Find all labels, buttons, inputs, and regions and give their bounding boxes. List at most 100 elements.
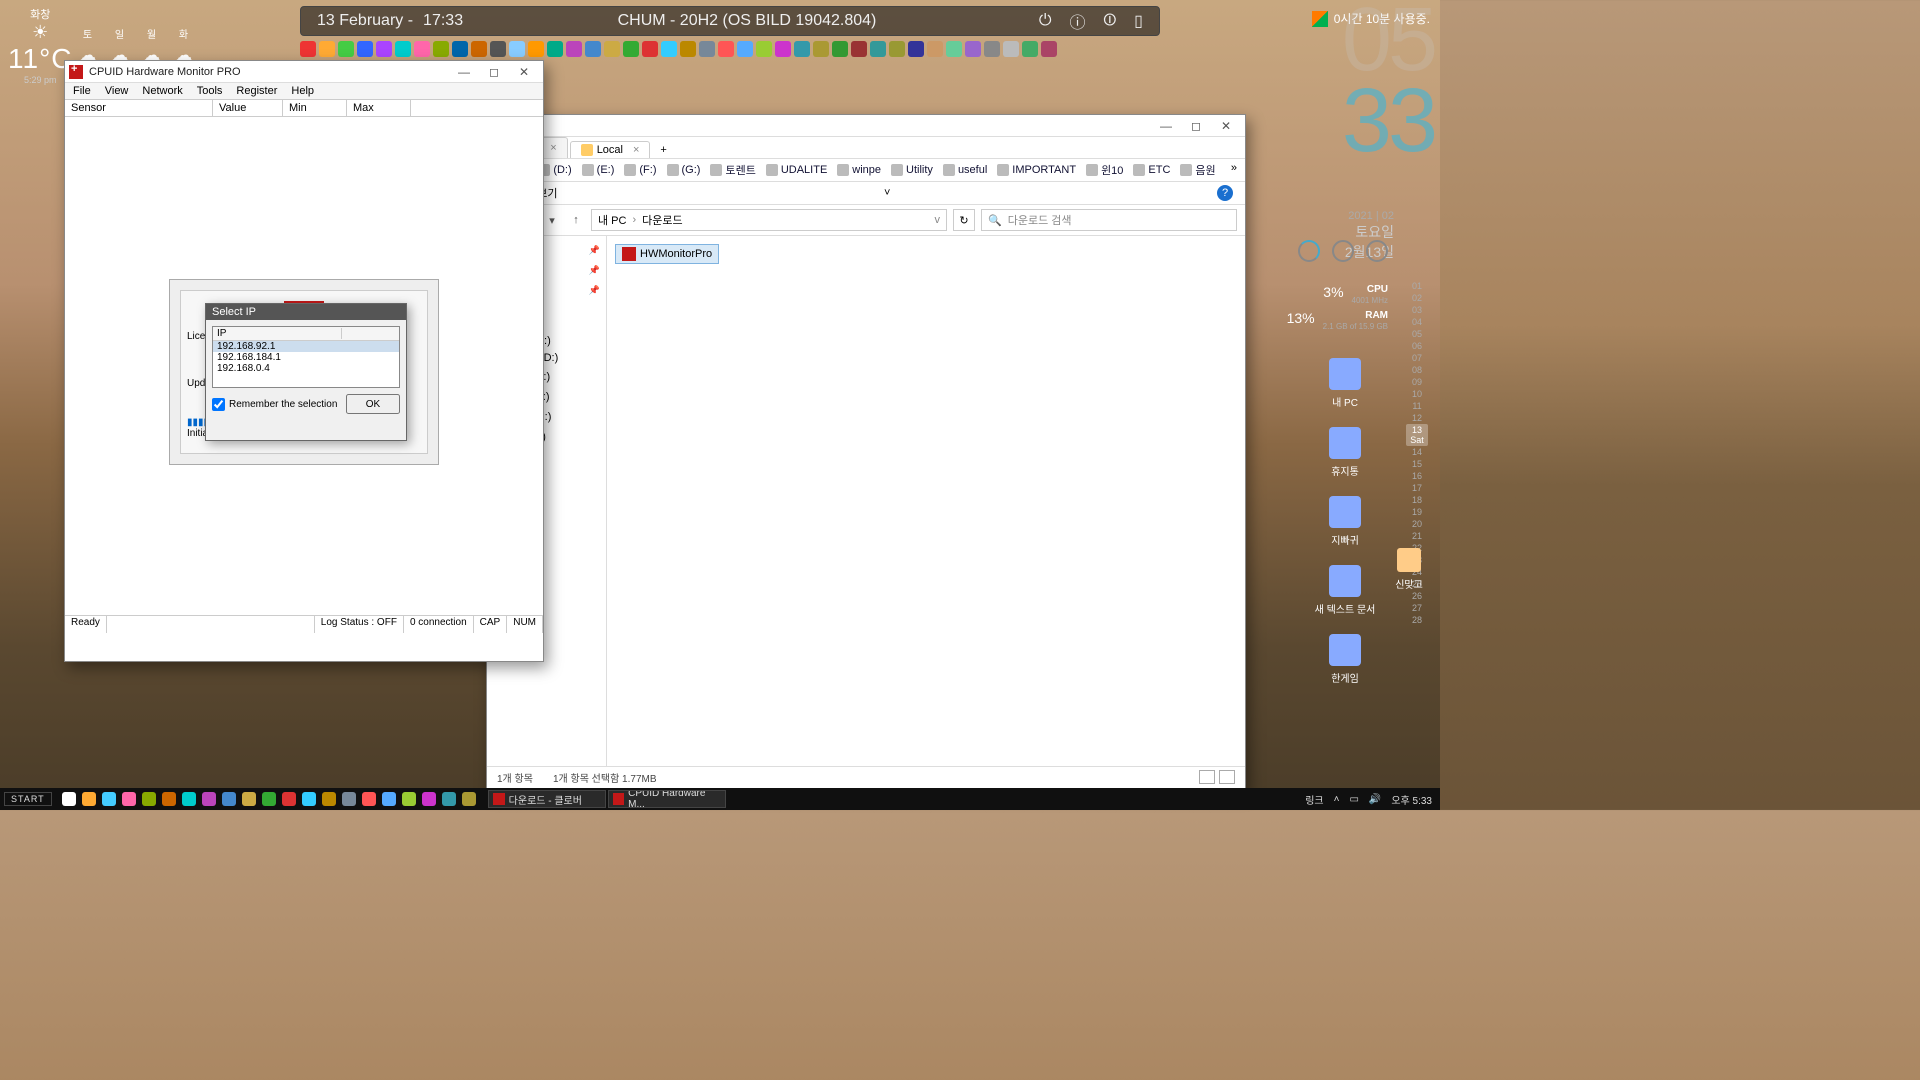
- dock-app-3[interactable]: [357, 41, 373, 57]
- bookmark-11[interactable]: 윈10: [1086, 162, 1123, 178]
- col-min[interactable]: Min: [283, 100, 347, 116]
- bookmarks-overflow-icon[interactable]: »: [1231, 162, 1237, 178]
- select-ip-dialog[interactable]: Select IP IP 192.168.92.1 192.168.184.1 …: [205, 303, 407, 441]
- lock-icon[interactable]: ⏻: [1039, 12, 1052, 30]
- dock-app-16[interactable]: [604, 41, 620, 57]
- dock-app-22[interactable]: [718, 41, 734, 57]
- menu-network[interactable]: Network: [142, 85, 182, 97]
- minimize-button[interactable]: —: [1151, 116, 1181, 136]
- tray-icon-0[interactable]: [62, 792, 76, 806]
- dock-app-25[interactable]: [775, 41, 791, 57]
- maximize-button[interactable]: ◻: [479, 62, 509, 82]
- tray-icon-6[interactable]: [182, 792, 196, 806]
- menu-file[interactable]: File: [73, 85, 91, 97]
- tray-icon-14[interactable]: [342, 792, 356, 806]
- tray-icon-4[interactable]: [142, 792, 156, 806]
- tray-icon-3[interactable]: [122, 792, 136, 806]
- dock-app-9[interactable]: [471, 41, 487, 57]
- view-icons-icon[interactable]: [1219, 770, 1235, 784]
- maximize-button[interactable]: ◻: [1181, 116, 1211, 136]
- dock-app-36[interactable]: [984, 41, 1000, 57]
- dock-app-38[interactable]: [1022, 41, 1038, 57]
- menu-help[interactable]: Help: [291, 85, 314, 97]
- dock-app-29[interactable]: [851, 41, 867, 57]
- bookmark-5[interactable]: 토렌트: [710, 162, 755, 178]
- dock-app-19[interactable]: [661, 41, 677, 57]
- dock-app-35[interactable]: [965, 41, 981, 57]
- dock-app-4[interactable]: [376, 41, 392, 57]
- new-tab-button[interactable]: +: [652, 142, 674, 158]
- dock-app-14[interactable]: [566, 41, 582, 57]
- view-details-icon[interactable]: [1199, 770, 1215, 784]
- dock-app-12[interactable]: [528, 41, 544, 57]
- taskbar-link[interactable]: 링크: [1305, 792, 1323, 807]
- dock-app-1[interactable]: [319, 41, 335, 57]
- tray-icon-8[interactable]: [222, 792, 236, 806]
- tray-icon-17[interactable]: [402, 792, 416, 806]
- dock-app-7[interactable]: [433, 41, 449, 57]
- bookmark-8[interactable]: Utility: [891, 162, 933, 178]
- dock-app-23[interactable]: [737, 41, 753, 57]
- tray-icon-7[interactable]: [202, 792, 216, 806]
- dock-app-31[interactable]: [889, 41, 905, 57]
- dock-app-39[interactable]: [1041, 41, 1057, 57]
- ribbon-tabs[interactable]: 공유보기˅?: [487, 182, 1245, 205]
- tray-icon-18[interactable]: [422, 792, 436, 806]
- ip-row-1[interactable]: 192.168.184.1: [213, 352, 399, 363]
- search-input[interactable]: 🔍다운로드 검색: [981, 209, 1237, 231]
- power-icon[interactable]: ⏼: [1104, 12, 1117, 30]
- close-button[interactable]: ✕: [1211, 116, 1241, 136]
- menu-register[interactable]: Register: [236, 85, 277, 97]
- tray-icon-15[interactable]: [362, 792, 376, 806]
- dock-app-11[interactable]: [509, 41, 525, 57]
- dock-app-37[interactable]: [1003, 41, 1019, 57]
- remember-checkbox[interactable]: Remember the selection: [212, 398, 337, 411]
- dock-app-28[interactable]: [832, 41, 848, 57]
- taskbar[interactable]: START 다운로드 - 클로버CPUID Hardware M... 링크 ˄…: [0, 788, 1440, 810]
- dock-app-20[interactable]: [680, 41, 696, 57]
- tray-icon-2[interactable]: [102, 792, 116, 806]
- ip-list-header[interactable]: IP: [217, 328, 342, 339]
- dock-app-33[interactable]: [927, 41, 943, 57]
- dock-app-27[interactable]: [813, 41, 829, 57]
- explorer-tabs[interactable]: 로드×Local×+: [487, 137, 1245, 159]
- ip-row-0[interactable]: 192.168.92.1: [213, 341, 399, 352]
- tab-close-icon[interactable]: ×: [633, 144, 639, 156]
- desktop-icon-2[interactable]: 지빠귀: [1310, 496, 1380, 547]
- col-sensor[interactable]: Sensor: [65, 100, 213, 116]
- dock-app-5[interactable]: [395, 41, 411, 57]
- ip-row-2[interactable]: 192.168.0.4: [213, 363, 399, 374]
- dock-app-21[interactable]: [699, 41, 715, 57]
- dock-app-15[interactable]: [585, 41, 601, 57]
- tray-icon-13[interactable]: [322, 792, 336, 806]
- ok-button[interactable]: OK: [346, 394, 400, 414]
- taskbar-task-0[interactable]: 다운로드 - 클로버: [488, 790, 606, 808]
- tray-icon-12[interactable]: [302, 792, 316, 806]
- explorer-bookmarks[interactable]: (C:)(D:)(E:)(F:)(G:)토렌트UDALITEwinpeUtili…: [487, 159, 1245, 182]
- tab-1[interactable]: Local×: [570, 141, 651, 158]
- bookmark-6[interactable]: UDALITE: [766, 162, 827, 178]
- desktop-icon2-0[interactable]: 신맞고: [1384, 548, 1434, 591]
- menubar[interactable]: File View Network Tools Register Help: [65, 83, 543, 99]
- menu-tools[interactable]: Tools: [197, 85, 223, 97]
- file-item[interactable]: HWMonitorPro: [615, 244, 719, 264]
- dock-app-17[interactable]: [623, 41, 639, 57]
- dock-app-30[interactable]: [870, 41, 886, 57]
- menu-icon[interactable]: ▯: [1134, 11, 1143, 31]
- dock-app-0[interactable]: [300, 41, 316, 57]
- menu-view[interactable]: View: [105, 85, 129, 97]
- bookmark-12[interactable]: ETC: [1133, 162, 1170, 178]
- tray-icon-19[interactable]: [442, 792, 456, 806]
- dock-app-34[interactable]: [946, 41, 962, 57]
- nav-up-icon[interactable]: ↑: [567, 211, 585, 229]
- explorer-window[interactable]: — ◻ ✕ 로드×Local×+ (C:)(D:)(E:)(F:)(G:)토렌트…: [486, 114, 1246, 790]
- col-value[interactable]: Value: [213, 100, 283, 116]
- start-button[interactable]: START: [4, 792, 52, 806]
- bookmark-2[interactable]: (E:): [582, 162, 615, 178]
- desktop-icon-4[interactable]: 한게임: [1310, 634, 1380, 685]
- bookmark-7[interactable]: winpe: [837, 162, 881, 178]
- file-pane[interactable]: HWMonitorPro: [607, 236, 1245, 766]
- refresh-button[interactable]: ↻: [953, 209, 975, 231]
- breadcrumb[interactable]: 내 PC› 다운로드 v: [591, 209, 947, 231]
- bookmark-4[interactable]: (G:): [667, 162, 701, 178]
